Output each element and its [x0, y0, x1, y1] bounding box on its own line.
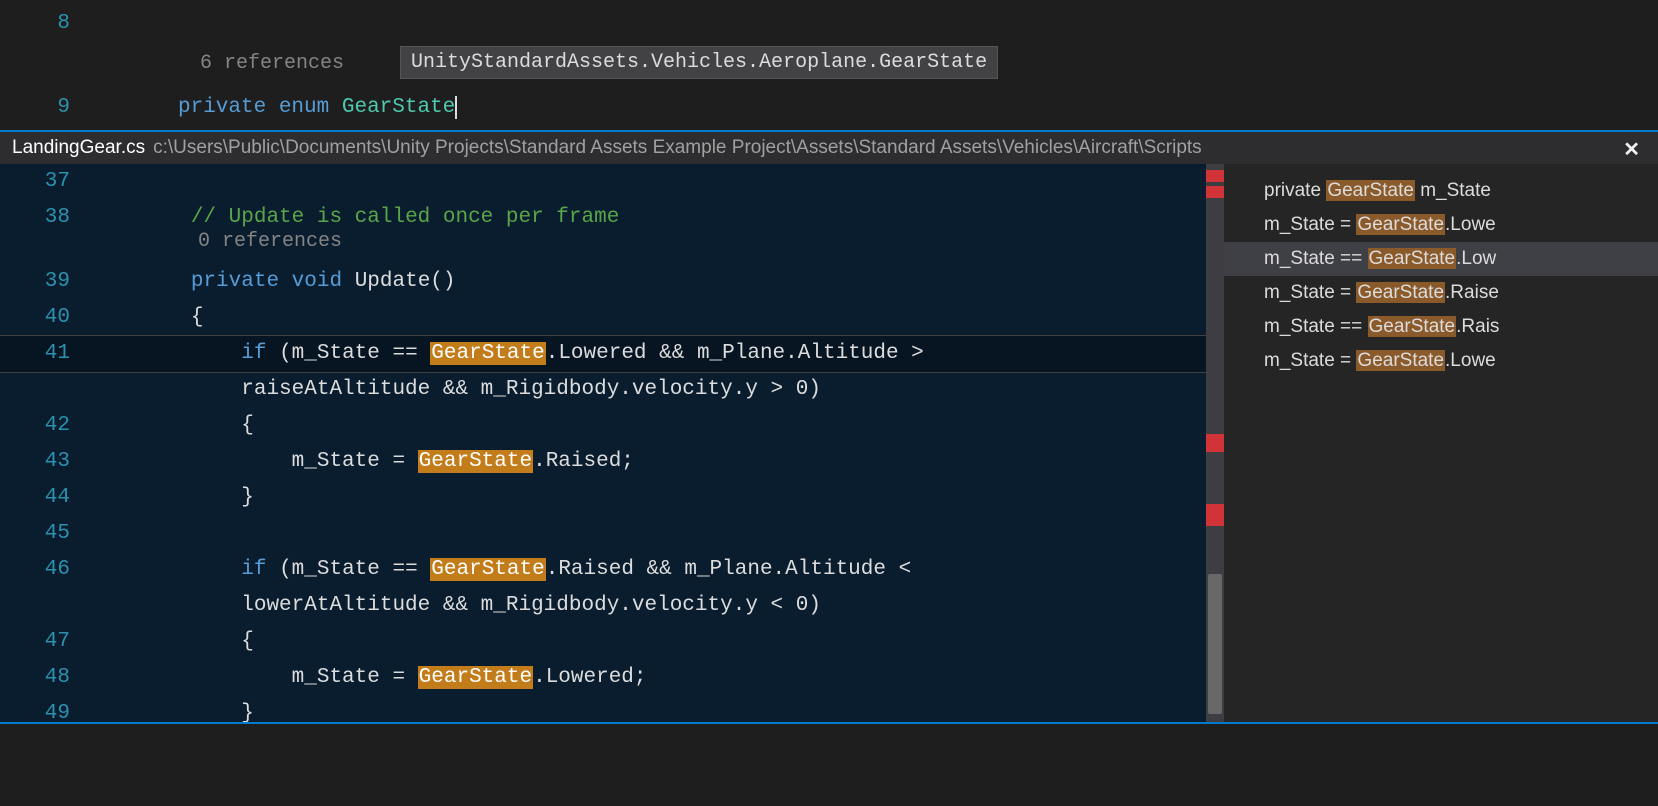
code-line[interactable]: m_State = GearState.Lowered;	[90, 660, 647, 696]
code-line[interactable]: }	[90, 696, 254, 724]
code-line[interactable]: if (m_State == GearState.Lowered && m_Pl…	[90, 336, 936, 372]
line-number: 44	[0, 480, 90, 516]
references-list: private GearState m_State m_State = Gear…	[1224, 164, 1658, 724]
line-number: 45	[0, 516, 90, 552]
vertical-scrollbar[interactable]	[1206, 164, 1224, 724]
line-number: 49	[0, 696, 90, 724]
line-number: 40	[0, 300, 90, 336]
code-editor[interactable]: 37 38 // Update is called once per frame…	[0, 164, 1224, 724]
symbol-tooltip: UnityStandardAssets.Vehicles.Aeroplane.G…	[400, 46, 998, 79]
file-path: c:\Users\Public\Documents\Unity Projects…	[153, 137, 1202, 159]
line-number: 39	[0, 264, 90, 300]
line-number: 46	[0, 552, 90, 588]
scroll-marker	[1206, 170, 1224, 182]
line-number: 48	[0, 660, 90, 696]
code-line[interactable]: {	[90, 408, 254, 444]
keyword: private	[178, 96, 266, 119]
search-match: GearState	[430, 342, 545, 365]
line-number: 41	[0, 336, 90, 372]
code-line[interactable]: // Update is called once per frame	[90, 200, 619, 236]
line-number: 47	[0, 624, 90, 660]
line-number: 42	[0, 408, 90, 444]
code-line[interactable]: {	[90, 624, 254, 660]
pane-divider	[0, 722, 1658, 724]
definition-peek-pane: 8 6 references UnityStandardAssets.Vehic…	[0, 0, 1658, 130]
code-line[interactable]: private enum GearState	[90, 90, 457, 126]
reference-item[interactable]: m_State == GearState.Rais	[1224, 310, 1658, 344]
code-line[interactable]: {	[90, 300, 203, 336]
reference-item[interactable]: m_State = GearState.Raise	[1224, 276, 1658, 310]
search-match: GearState	[418, 666, 533, 689]
search-match: GearState	[418, 450, 533, 473]
reference-item[interactable]: m_State = GearState.Lowe	[1224, 344, 1658, 378]
search-match: GearState	[430, 558, 545, 581]
peek-body: 37 38 // Update is called once per frame…	[0, 164, 1658, 724]
scroll-thumb[interactable]	[1208, 574, 1222, 714]
keyword: enum	[279, 96, 329, 119]
code-line[interactable]: m_State = GearState.Raised;	[90, 444, 634, 480]
scroll-marker	[1206, 504, 1224, 526]
reference-item[interactable]: private GearState m_State	[1224, 174, 1658, 208]
close-icon[interactable]: ✕	[1623, 137, 1640, 162]
reference-item[interactable]: m_State == GearState.Low	[1224, 242, 1658, 276]
code-line[interactable]: if (m_State == GearState.Raised && m_Pla…	[90, 552, 924, 588]
reference-item[interactable]: m_State = GearState.Lowe	[1224, 208, 1658, 242]
code-line[interactable]: lowerAtAltitude && m_Rigidbody.velocity.…	[90, 588, 821, 624]
line-number: 38	[0, 200, 90, 236]
code-line[interactable]: private void Update()	[90, 264, 456, 300]
scroll-marker	[1206, 434, 1224, 452]
comment: // Update is called once per frame	[191, 206, 619, 229]
codelens-references[interactable]: 6 references	[200, 52, 344, 75]
codelens-references[interactable]: 0 references	[198, 230, 342, 253]
scroll-marker	[1206, 186, 1224, 198]
line-number: 43	[0, 444, 90, 480]
file-name: LandingGear.cs	[12, 137, 145, 159]
peek-file-header: LandingGear.cs c:\Users\Public\Documents…	[0, 132, 1658, 164]
line-number: 8	[0, 6, 90, 42]
type-name: GearState	[342, 96, 457, 119]
line-number: 9	[0, 90, 90, 126]
code-line[interactable]: raiseAtAltitude && m_Rigidbody.velocity.…	[90, 372, 821, 408]
code-line[interactable]: }	[90, 480, 254, 516]
line-number: 37	[0, 164, 90, 200]
